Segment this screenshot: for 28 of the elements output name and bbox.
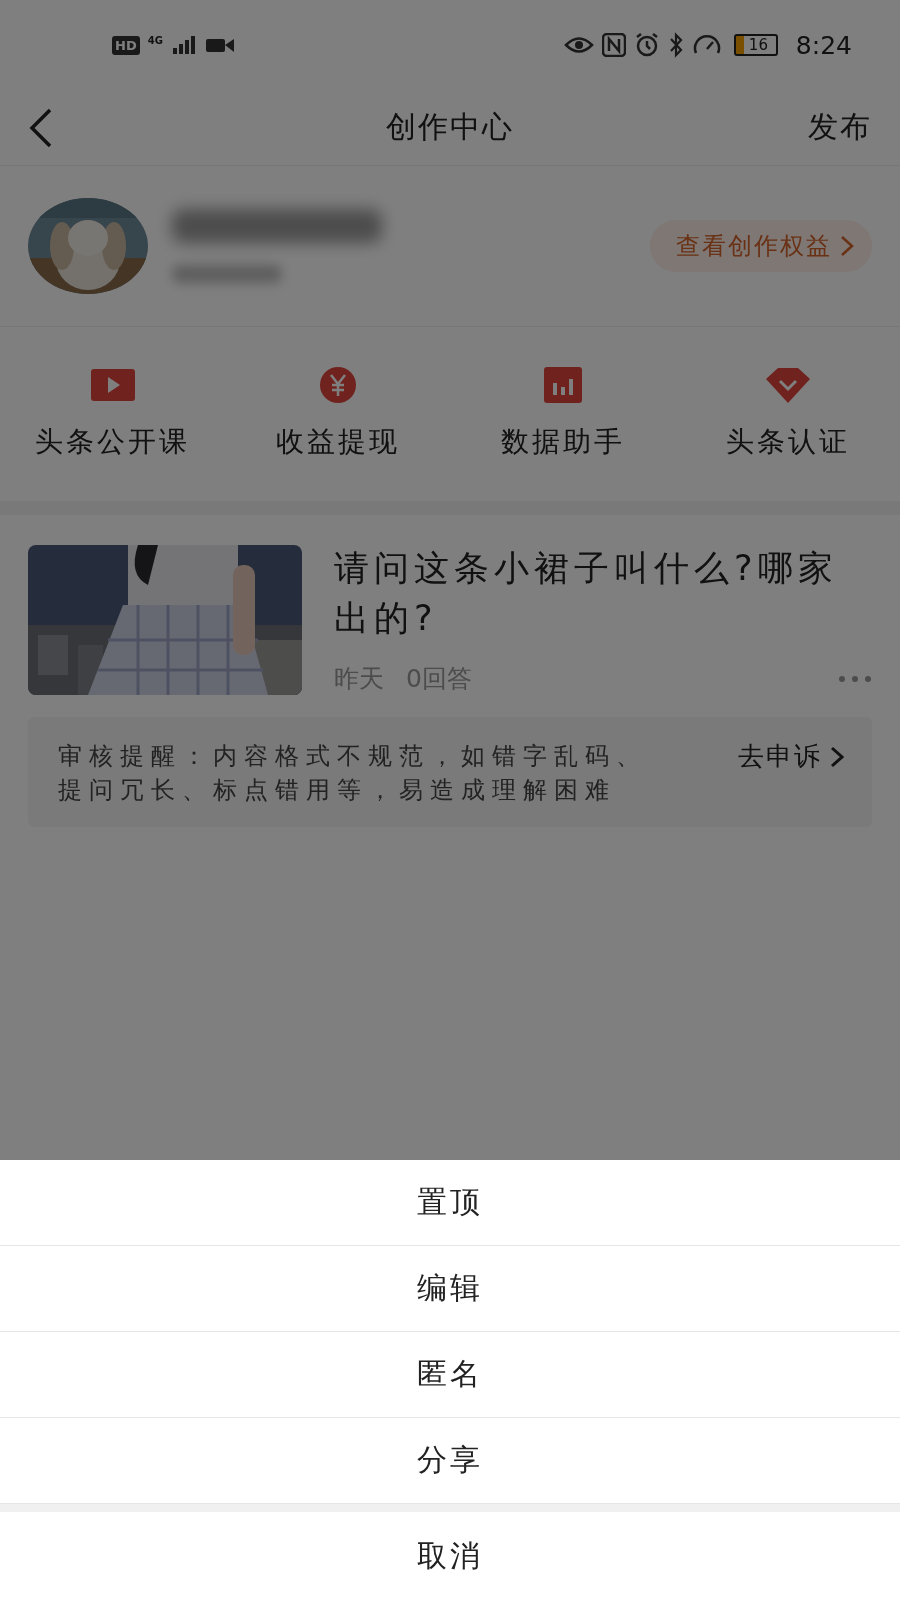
shortcut-label[interactable]: 收益提现: [275, 423, 400, 461]
chevron-right-icon: [840, 235, 854, 257]
shortcut-label[interactable]: 头条认证: [725, 423, 850, 461]
bluetooth-icon: [667, 32, 684, 58]
battery-level-text: 16: [748, 37, 768, 53]
signal-icon: [170, 34, 197, 56]
appeal-link[interactable]: 去申诉: [738, 739, 844, 774]
hd-badge: HD: [112, 35, 140, 55]
shortcut-label[interactable]: 头条公开课: [35, 423, 190, 461]
more-icon[interactable]: [838, 674, 872, 683]
nfc-icon: [601, 33, 626, 57]
status-time: 8:24: [795, 30, 852, 60]
eye-icon: [563, 35, 594, 55]
back-icon[interactable]: [28, 107, 54, 148]
page-title: 创作中心: [386, 109, 514, 144]
cancel-button[interactable]: 取消: [0, 1512, 900, 1600]
chevron-right-icon: [830, 745, 844, 768]
sheet-option[interactable]: 置顶: [0, 1160, 900, 1246]
post-title[interactable]: 请问这条小裙子叫什么?哪家出的?: [334, 543, 859, 643]
network-type-label: 4G: [147, 34, 163, 46]
shortcut-label[interactable]: 数据助手: [500, 423, 625, 461]
review-notice-text: 审核提醒：内容格式不规范，如错字乱码、提问冗长、标点错用等，易造成理解困难: [58, 741, 648, 806]
sheet-option[interactable]: 编辑: [0, 1246, 900, 1332]
video-camera-icon: [204, 36, 235, 54]
publish-button[interactable]: 发布: [808, 107, 872, 148]
sheet-option[interactable]: 匿名: [0, 1332, 900, 1418]
sheet-option[interactable]: 分享: [0, 1418, 900, 1504]
diamond-icon[interactable]: [763, 365, 812, 405]
